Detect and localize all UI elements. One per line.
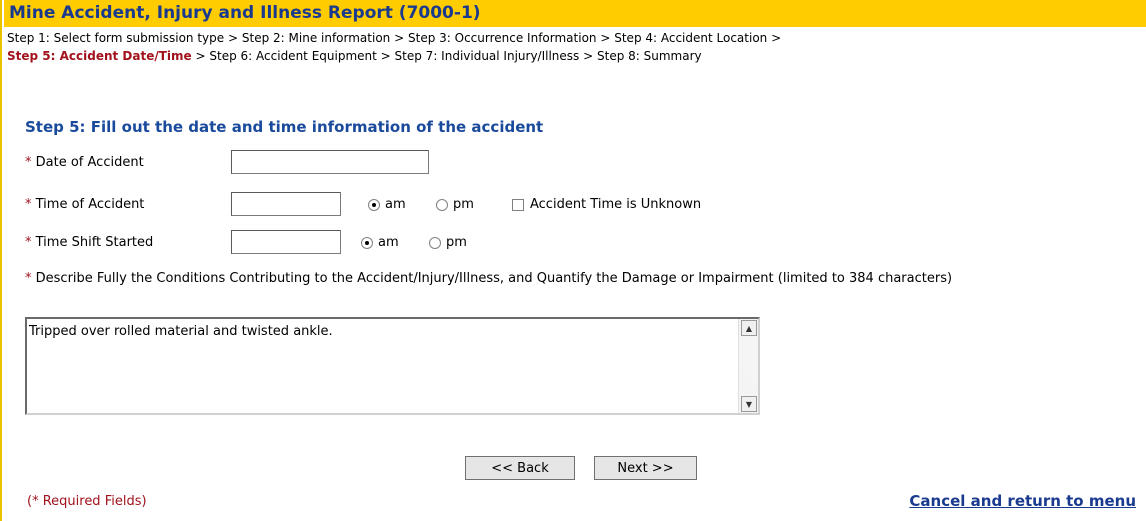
accident-time-unknown-checkbox[interactable]: Accident Time is Unknown bbox=[512, 197, 701, 212]
breadcrumb-separator: > bbox=[394, 31, 405, 45]
required-marker: * bbox=[25, 155, 32, 170]
required-marker: * bbox=[25, 235, 32, 250]
time-shift-started-input[interactable] bbox=[231, 230, 341, 254]
required-marker: * bbox=[25, 271, 32, 286]
description-label-text: Describe Fully the Conditions Contributi… bbox=[35, 271, 953, 286]
breadcrumb-separator: > bbox=[771, 31, 782, 45]
description-textarea[interactable]: Tripped over rolled material and twisted… bbox=[25, 317, 760, 415]
time-of-accident-input[interactable] bbox=[231, 192, 341, 216]
breadcrumb-step-5-current: Step 5: Accident Date/Time bbox=[7, 49, 192, 63]
time-of-accident-label: * Time of Accident bbox=[25, 197, 144, 212]
breadcrumb-step-1: Step 1: Select form submission type bbox=[7, 31, 225, 45]
radio-selected-icon bbox=[368, 198, 380, 211]
breadcrumb-step-4: Step 4: Accident Location bbox=[614, 31, 768, 45]
breadcrumb-separator: > bbox=[195, 49, 206, 63]
time-shift-pm-radio[interactable]: pm bbox=[429, 235, 467, 250]
radio-unselected-icon bbox=[429, 236, 441, 249]
page-title: Mine Accident, Injury and Illness Report… bbox=[9, 3, 481, 23]
time-of-accident-am-radio[interactable]: am bbox=[368, 197, 406, 212]
breadcrumb-separator: > bbox=[600, 31, 611, 45]
scroll-down-arrow-icon[interactable]: ▼ bbox=[741, 396, 757, 412]
pm-label: pm bbox=[446, 235, 467, 250]
title-bar: Mine Accident, Injury and Illness Report… bbox=[4, 0, 1146, 27]
accident-time-unknown-label: Accident Time is Unknown bbox=[530, 197, 702, 212]
am-label: am bbox=[378, 235, 399, 250]
required-fields-note: (* Required Fields) bbox=[27, 494, 147, 509]
time-shift-started-label-text: Time Shift Started bbox=[35, 235, 154, 250]
breadcrumb-separator: > bbox=[380, 49, 391, 63]
page-frame: Mine Accident, Injury and Illness Report… bbox=[0, 0, 1146, 521]
date-of-accident-label-text: Date of Accident bbox=[35, 155, 144, 170]
textarea-scrollbar[interactable]: ▲ ▼ bbox=[738, 319, 758, 413]
time-of-accident-pm-radio[interactable]: pm bbox=[436, 197, 474, 212]
time-shift-am-radio[interactable]: am bbox=[361, 235, 399, 250]
breadcrumb-step-6: Step 6: Accident Equipment bbox=[209, 49, 377, 63]
breadcrumb-separator: > bbox=[228, 31, 239, 45]
time-of-accident-label-text: Time of Accident bbox=[35, 197, 145, 212]
breadcrumb-separator: > bbox=[583, 49, 594, 63]
back-button[interactable]: << Back bbox=[465, 456, 575, 480]
cancel-return-to-menu-link[interactable]: Cancel and return to menu bbox=[909, 492, 1136, 510]
required-marker: * bbox=[25, 197, 32, 212]
radio-selected-icon bbox=[361, 236, 373, 249]
breadcrumb-step-8: Step 8: Summary bbox=[597, 49, 702, 63]
description-label: * Describe Fully the Conditions Contribu… bbox=[25, 270, 1140, 288]
section-heading: Step 5: Fill out the date and time infor… bbox=[25, 118, 544, 136]
date-of-accident-label: * Date of Accident bbox=[25, 155, 144, 170]
scroll-up-arrow-icon[interactable]: ▲ bbox=[741, 320, 757, 336]
date-of-accident-input[interactable] bbox=[231, 150, 429, 174]
description-text: Tripped over rolled material and twisted… bbox=[29, 324, 333, 339]
next-button[interactable]: Next >> bbox=[594, 456, 697, 480]
time-shift-started-label: * Time Shift Started bbox=[25, 235, 153, 250]
breadcrumb-step-3: Step 3: Occurrence Information bbox=[408, 31, 597, 45]
am-label: am bbox=[385, 197, 406, 212]
radio-unselected-icon bbox=[436, 198, 448, 211]
breadcrumb: Step 1: Select form submission type > St… bbox=[7, 29, 1142, 65]
breadcrumb-step-7: Step 7: Individual Injury/Illness bbox=[394, 49, 580, 63]
breadcrumb-step-2: Step 2: Mine information bbox=[241, 31, 391, 45]
checkbox-unchecked-icon bbox=[512, 198, 524, 211]
pm-label: pm bbox=[453, 197, 474, 212]
